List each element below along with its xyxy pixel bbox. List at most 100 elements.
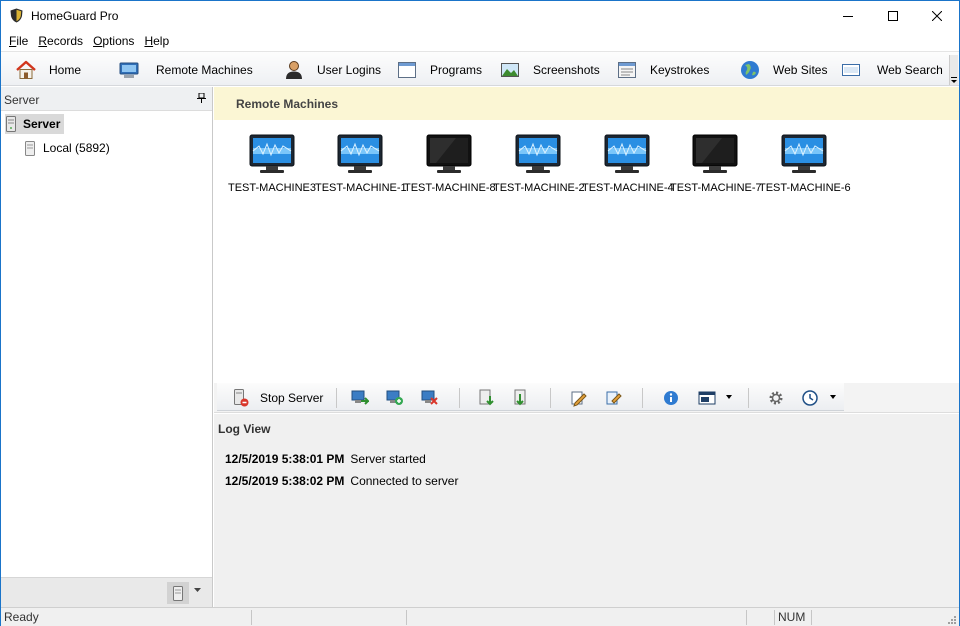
- stop-server-label[interactable]: Stop Server: [260, 391, 323, 405]
- toolbar-separator: [550, 388, 551, 408]
- menu-help[interactable]: Help: [139, 34, 174, 48]
- toolbar-web-search-button[interactable]: Web Search: [840, 57, 943, 82]
- chevron-down-icon: [951, 77, 957, 83]
- toolbar-remote-machines-button[interactable]: Remote Machines: [118, 57, 253, 82]
- pin-icon[interactable]: [197, 93, 206, 103]
- remove-machine-icon: [421, 390, 438, 405]
- status-bar: Ready NUM: [1, 607, 959, 626]
- toolbar-screenshots-label: Screenshots: [533, 62, 600, 77]
- log-entry: 12/5/2019 5:38:02 PM Connected to server: [225, 474, 458, 488]
- clock-icon: [802, 390, 818, 406]
- monitor-online-icon: [515, 134, 561, 174]
- schedule-button[interactable]: [801, 389, 819, 407]
- menu-file[interactable]: File: [4, 34, 33, 48]
- window-title: HomeGuard Pro: [31, 9, 119, 23]
- machine-name: TEST-MACHINE-1: [315, 182, 407, 194]
- toolbar-web-sites-label: Web Sites: [773, 62, 828, 77]
- machine-item[interactable]: TEST-MACHINE3: [227, 134, 317, 194]
- add-machine-button[interactable]: [386, 389, 404, 407]
- toolbar-separator: [642, 388, 643, 408]
- server-view-button[interactable]: [167, 582, 189, 604]
- resize-grip-icon[interactable]: [946, 614, 957, 625]
- toolbar-separator: [459, 388, 460, 408]
- server-pane-title: Server: [4, 93, 40, 107]
- menu-bar: File Records Options Help: [1, 31, 959, 51]
- notes-button[interactable]: [604, 389, 622, 407]
- chevron-down-icon[interactable]: [194, 588, 201, 592]
- tree-node-server[interactable]: Server: [5, 114, 65, 134]
- toolbar-user-logins-button[interactable]: User Logins: [283, 57, 381, 82]
- search-box-icon: [840, 59, 862, 81]
- toolbar-screenshots-button[interactable]: Screenshots: [499, 57, 600, 82]
- chevron-down-icon[interactable]: [830, 395, 836, 399]
- notes-icon: [606, 391, 622, 405]
- import-icon: [479, 389, 494, 406]
- download-icon: [514, 389, 526, 406]
- maximize-icon: [888, 11, 898, 21]
- remove-machine-button[interactable]: [421, 389, 439, 407]
- machine-name: TEST-MACHINE-8: [404, 182, 496, 194]
- menu-options[interactable]: Options: [88, 34, 139, 48]
- download-button[interactable]: [513, 389, 531, 407]
- chevron-down-icon[interactable]: [726, 395, 732, 399]
- machine-item[interactable]: TEST-MACHINE-6: [759, 134, 851, 194]
- import-button[interactable]: [478, 389, 496, 407]
- toolbar-remote-machines-label: Remote Machines: [156, 62, 253, 77]
- server-pane-header: Server: [1, 87, 212, 111]
- stop-server-icon: [234, 389, 249, 407]
- user-icon: [283, 59, 305, 81]
- toolbar-web-sites-button[interactable]: Web Sites: [739, 57, 827, 82]
- shield-icon: [10, 8, 23, 23]
- log-entry: 12/5/2019 5:38:01 PM Server started: [225, 452, 426, 466]
- console-button[interactable]: [698, 389, 716, 407]
- maximize-button[interactable]: [870, 1, 916, 31]
- log-view: Log View 12/5/2019 5:38:01 PM Server star…: [214, 414, 959, 607]
- toolbar-user-logins-label: User Logins: [317, 62, 382, 77]
- machine-name: TEST-MACHINE-6: [759, 182, 851, 194]
- status-panel-6: [811, 610, 951, 625]
- machine-item[interactable]: TEST-MACHINE-4: [582, 134, 674, 194]
- info-button[interactable]: [662, 389, 680, 407]
- monitor-online-icon: [337, 134, 383, 174]
- machine-name: TEST-MACHINE-4: [582, 182, 674, 194]
- tree-node-server-label: Server: [23, 117, 61, 131]
- close-icon: [932, 11, 942, 21]
- toolbar-home-button[interactable]: Home: [15, 57, 81, 82]
- status-panel-2: [251, 610, 406, 625]
- machine-item[interactable]: TEST-MACHINE-1: [315, 134, 407, 194]
- toolbar-overflow-button[interactable]: [949, 55, 958, 85]
- title-bar[interactable]: HomeGuard Pro: [1, 1, 959, 31]
- edit-button[interactable]: [569, 389, 587, 407]
- info-icon: [664, 391, 678, 405]
- stop-server-button[interactable]: [232, 389, 250, 407]
- monitor-online-icon: [249, 134, 295, 174]
- app-window: HomeGuard Pro File Records Options Help: [0, 0, 960, 626]
- close-button[interactable]: [914, 1, 960, 31]
- home-icon: [15, 59, 37, 81]
- toolbar-keystrokes-button[interactable]: Keystrokes: [616, 57, 709, 82]
- machine-name: TEST-MACHINE-7: [670, 182, 762, 194]
- window-icon: [396, 59, 418, 81]
- add-machine-icon: [386, 390, 403, 405]
- toolbar-separator: [748, 388, 749, 408]
- server-pane-footer: [1, 577, 212, 607]
- keyboard-icon: [616, 59, 638, 81]
- machine-item[interactable]: TEST-MACHINE-2: [493, 134, 585, 194]
- server-toolbar-strip: Stop Server: [217, 383, 844, 411]
- machine-grid: TEST-MACHINE3 TEST-MACHINE-1 TEST-MACHIN…: [214, 120, 959, 382]
- main-pane: Remote Machines TEST-MACHINE3 TEST-MACHI…: [214, 87, 959, 607]
- remote-machines-header: Remote Machines: [214, 87, 959, 120]
- tree-node-local[interactable]: Local (5892): [25, 138, 110, 158]
- tree-node-local-label: Local (5892): [43, 141, 110, 155]
- toolbar-programs-button[interactable]: Programs: [396, 57, 482, 82]
- globe-icon: [739, 59, 761, 81]
- settings-button[interactable]: [767, 389, 785, 407]
- machine-item[interactable]: TEST-MACHINE-8: [404, 134, 496, 194]
- toolbar-separator: [336, 388, 337, 408]
- minimize-button[interactable]: [825, 1, 871, 31]
- connect-machine-button[interactable]: [351, 389, 369, 407]
- machine-name: TEST-MACHINE-2: [493, 182, 585, 194]
- menu-records[interactable]: Records: [33, 34, 88, 48]
- edit-icon: [571, 391, 587, 407]
- machine-item[interactable]: TEST-MACHINE-7: [670, 134, 762, 194]
